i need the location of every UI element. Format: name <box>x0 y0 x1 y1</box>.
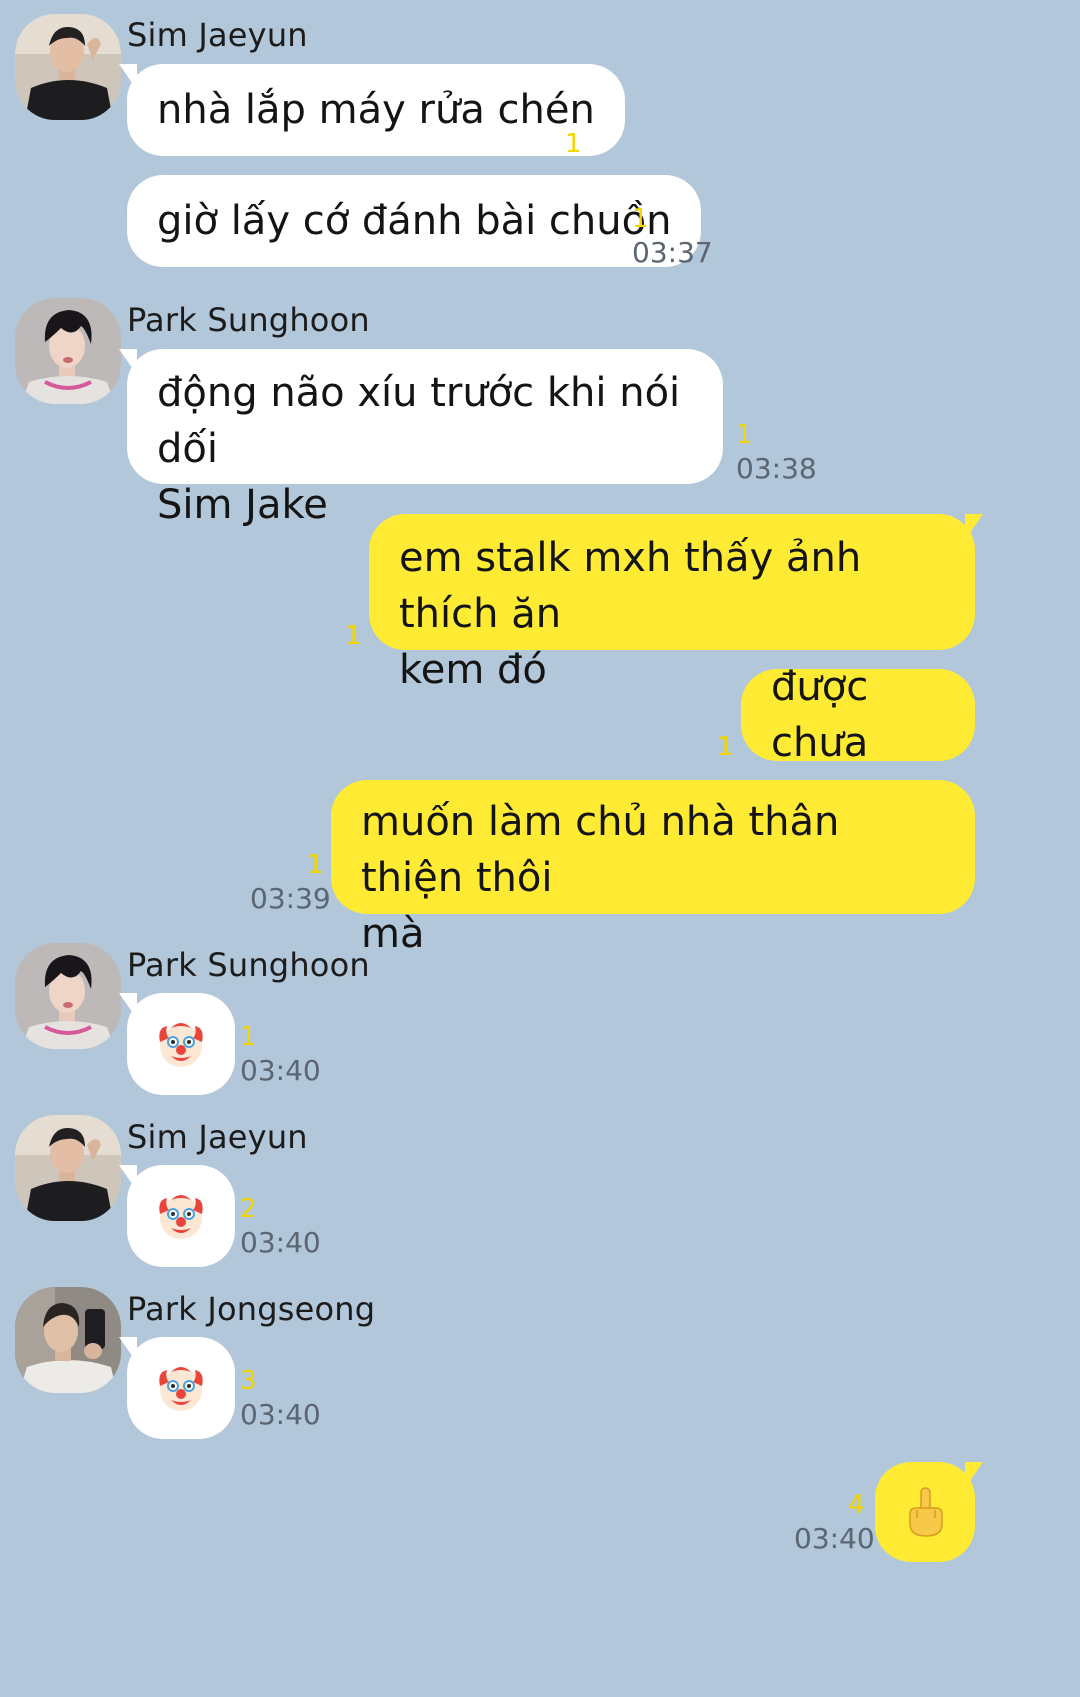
middle-finger-icon <box>909 1487 943 1537</box>
avatar-park-sunghoon[interactable] <box>15 943 121 1049</box>
message-bubble-mine[interactable]: muốn làm chủ nhà thân thiện thôi mà <box>331 780 975 957</box>
unread-count: 1 <box>345 621 362 651</box>
clown-face-icon <box>159 1367 203 1411</box>
emoji-bubble-mine[interactable] <box>875 1462 983 1562</box>
message-text-line: muốn làm chủ nhà thân thiện thôi <box>361 799 840 901</box>
message-bubble[interactable]: nhà lắp máy rửa chén <box>119 64 625 156</box>
unread-count: 1 <box>565 129 582 159</box>
timestamp: 03:40 <box>240 1226 321 1259</box>
message-text-line: động não xíu trước khi nói dối <box>157 370 681 472</box>
sender-name: Park Jongseong <box>127 1290 376 1328</box>
avatar-park-sunghoon[interactable] <box>15 298 121 404</box>
sender-name: Sim Jaeyun <box>127 16 308 54</box>
chat-room[interactable]: Sim Jaeyun nhà lắp máy rửa chén 1 giờ lấ… <box>0 0 1080 1697</box>
unread-count: 1 <box>240 1022 257 1052</box>
timestamp: 03:39 <box>250 882 331 915</box>
unread-count: 3 <box>240 1366 257 1396</box>
message-bubble-mine[interactable]: em stalk mxh thấy ảnh thích ăn kem đó <box>369 514 983 693</box>
emoji-bubble[interactable] <box>119 993 235 1095</box>
avatar-park-jongseong[interactable] <box>15 1287 121 1393</box>
message-text: nhà lắp máy rửa chén <box>157 87 595 133</box>
unread-count: 4 <box>848 1490 865 1520</box>
message-text: giờ lấy cớ đánh bài chuồn <box>157 198 672 244</box>
sender-name: Sim Jaeyun <box>127 1118 308 1156</box>
avatar-sim-jaeyun[interactable] <box>15 14 121 120</box>
timestamp: 03:40 <box>240 1054 321 1087</box>
message-text-line: mà <box>361 911 425 957</box>
message-bubble[interactable]: động não xíu trước khi nói dối Sim Jake <box>119 349 723 528</box>
message-text: được chưa <box>771 664 869 766</box>
sender-name: Park Sunghoon <box>127 301 370 339</box>
timestamp: 03:38 <box>736 452 817 485</box>
message-text-line: em stalk mxh thấy ảnh thích ăn <box>399 535 862 637</box>
message-bubble-mine[interactable]: được chưa <box>741 664 975 766</box>
unread-count: 1 <box>736 420 753 450</box>
emoji-bubble[interactable] <box>119 1337 235 1439</box>
unread-count: 1 <box>632 204 649 234</box>
emoji-bubble[interactable] <box>119 1165 235 1267</box>
clown-face-icon <box>159 1195 203 1239</box>
avatar-sim-jaeyun[interactable] <box>15 1115 121 1221</box>
sender-name: Park Sunghoon <box>127 946 370 984</box>
unread-count: 1 <box>307 850 324 880</box>
timestamp: 03:40 <box>240 1398 321 1431</box>
clown-face-icon <box>159 1023 203 1067</box>
message-bubble[interactable]: giờ lấy cớ đánh bài chuồn <box>127 175 702 267</box>
timestamp: 03:37 <box>632 236 713 269</box>
unread-count: 2 <box>240 1194 257 1224</box>
unread-count: 1 <box>717 732 734 762</box>
timestamp: 03:40 <box>794 1522 875 1555</box>
